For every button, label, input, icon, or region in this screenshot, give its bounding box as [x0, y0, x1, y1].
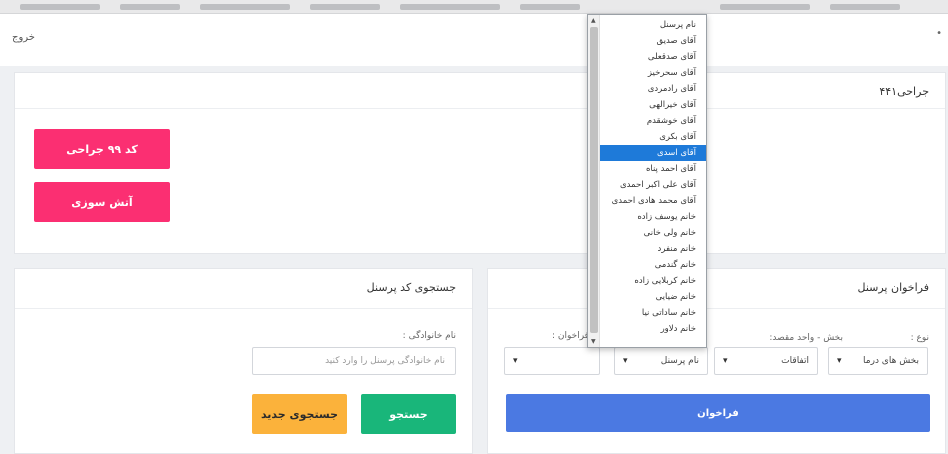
card-header: جستجوی کد پرسنل [15, 269, 472, 309]
dropdown-option[interactable]: نام پرسنل [600, 17, 706, 33]
dropdown-option[interactable]: آقای صدیق [600, 33, 706, 49]
card-title: فراخوان پرسنل [857, 281, 930, 294]
dropdown-option[interactable]: خانم ضیایی [600, 289, 706, 305]
scroll-up-icon[interactable]: ▲ [591, 17, 596, 24]
chevron-down-icon: ▾ [623, 356, 628, 366]
scrollbar-thumb[interactable] [590, 27, 598, 333]
dept-label: بخش - واحد مقصد: [769, 333, 843, 343]
lastname-input[interactable]: نام خانوادگی پرسنل را وارد کنید [252, 347, 456, 375]
dropdown-option[interactable]: خانم منفرد [600, 241, 706, 257]
code-99-button[interactable]: کد ۹۹ جراحی [34, 129, 170, 169]
scroll-down-icon[interactable]: ▼ [591, 338, 596, 345]
logout-link[interactable]: خروج [12, 32, 35, 43]
card-title: جستجوی کد پرسنل [366, 281, 456, 294]
dropdown-option[interactable]: آقای خیرالهی [600, 97, 706, 113]
chevron-down-icon: ▾ [513, 356, 518, 366]
dropdown-option[interactable]: خانم گندمی [600, 257, 706, 273]
new-search-button[interactable]: جستجوی جدید [252, 394, 347, 434]
dropdown-options: نام پرسنل آقای صدیق آقای صدقعلی آقای سحر… [600, 17, 706, 337]
staff-dropdown-list[interactable]: ▲ ▼ نام پرسنل آقای صدیق آقای صدقعلی آقای… [587, 14, 707, 348]
dropdown-option-selected[interactable]: آقای اسدی [600, 145, 706, 161]
staff-value: نام پرسنل [660, 356, 699, 366]
chevron-down-icon: ▾ [723, 356, 728, 366]
dept-value: اتفاقات [781, 356, 809, 366]
top-navbar: خروج • [0, 14, 948, 66]
dropdown-option[interactable]: آقای احمد پناه [600, 161, 706, 177]
dropdown-scrollbar[interactable]: ▲ ▼ [588, 15, 600, 347]
staff-select[interactable]: نام پرسنل ▾ [614, 347, 708, 375]
dropdown-option[interactable]: خانم کربلایی زاده [600, 273, 706, 289]
lastname-label: نام خانوادگی : [402, 331, 456, 341]
call-label: فراخوان : [552, 331, 589, 341]
lastname-placeholder: نام خانوادگی پرسنل را وارد کنید [325, 356, 445, 366]
dropdown-option[interactable]: آقای علی اکبر احمدی [600, 177, 706, 193]
type-label: نوع : [910, 333, 929, 343]
dropdown-option[interactable]: آقای رادمردی [600, 81, 706, 97]
browser-bookmarks-strip [0, 0, 948, 14]
page-title: جراحی۴۴۱ [879, 85, 929, 98]
search-staff-card: جستجوی کد پرسنل نام خانوادگی : نام خانوا… [14, 268, 473, 454]
search-button[interactable]: جستجو [361, 394, 456, 434]
dropdown-option[interactable]: خانم دلاور [600, 321, 706, 337]
dept-select[interactable]: اتفاقات ▾ [714, 347, 818, 375]
type-select[interactable]: بخش های درما ▾ [828, 347, 928, 375]
type-value: بخش های درما [863, 356, 919, 366]
dropdown-option[interactable]: آقای بکری [600, 129, 706, 145]
call-staff-card: فراخوان پرسنل نوع : بخش های درما ▾ بخش -… [487, 268, 946, 454]
dropdown-option[interactable]: آقای خوشقدم [600, 113, 706, 129]
call-select[interactable]: ▾ [504, 347, 600, 375]
dropdown-option[interactable]: خانم ساداتی نیا [600, 305, 706, 321]
card-header: جراحی۴۴۱ [15, 73, 945, 109]
dropdown-option[interactable]: آقای سحرخیز [600, 65, 706, 81]
chevron-down-icon: ▾ [837, 356, 842, 366]
dropdown-option[interactable]: آقای صدقعلی [600, 49, 706, 65]
dropdown-option[interactable]: خانم ولی خانی [600, 225, 706, 241]
dropdown-option[interactable]: خانم یوسف زاده [600, 209, 706, 225]
emergency-card: جراحی۴۴۱ کد ۹۹ جراحی آتش سوزی [14, 72, 946, 254]
dropdown-option[interactable]: آقای محمد هادی احمدی [600, 193, 706, 209]
fire-alarm-button[interactable]: آتش سوزی [34, 182, 170, 222]
call-submit-button[interactable]: فراخوان [506, 394, 930, 432]
card-header: فراخوان پرسنل [488, 269, 945, 309]
pin-icon: • [936, 28, 942, 39]
